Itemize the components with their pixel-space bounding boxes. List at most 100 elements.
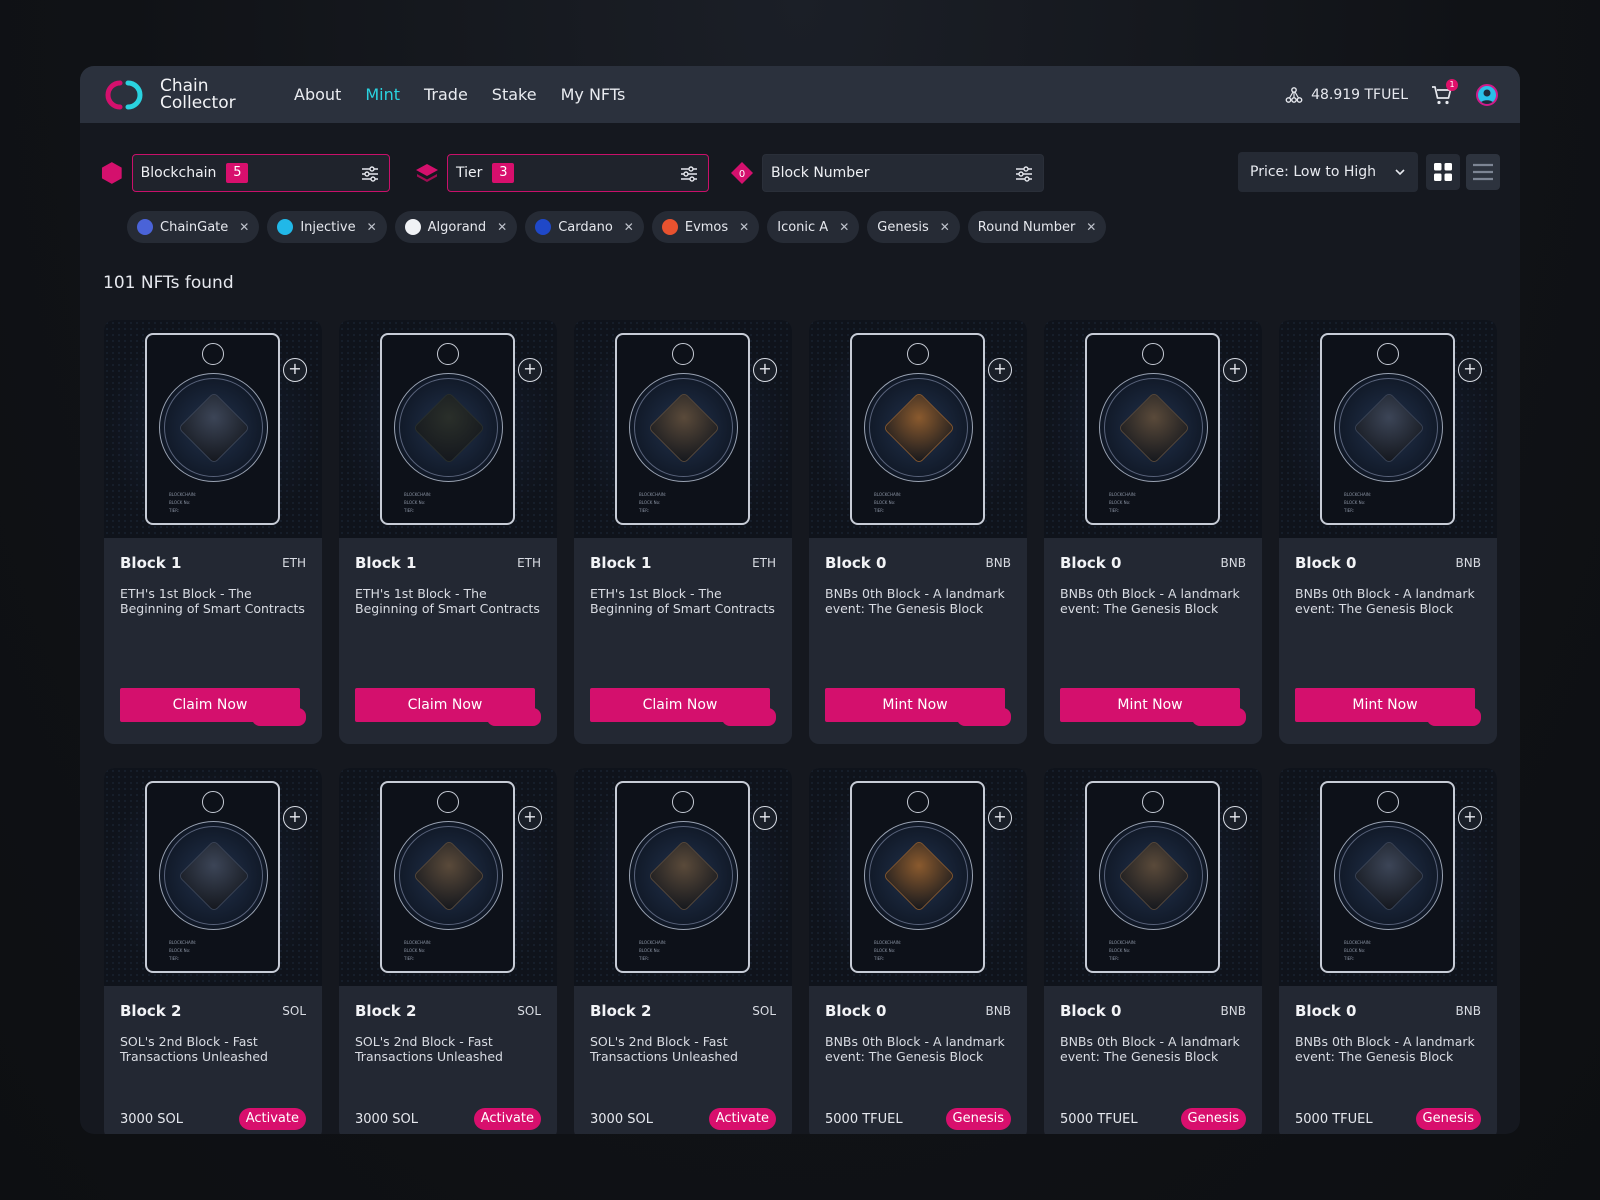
nft-card[interactable]: BLOCKCHAIN: BLOCK No: TIER: + Block 0 BN…	[1044, 320, 1262, 744]
chip-genesis[interactable]: Genesis ✕	[867, 211, 960, 243]
tier-layers-icon	[416, 164, 438, 182]
nav-stake[interactable]: Stake	[492, 85, 537, 104]
add-to-cart-plus-icon[interactable]: +	[1223, 358, 1247, 382]
add-to-cart-plus-icon[interactable]: +	[1458, 358, 1482, 382]
status-badge[interactable]: Genesis	[1415, 1108, 1481, 1130]
grid-view-button[interactable]	[1426, 154, 1460, 190]
nav-trade[interactable]: Trade	[424, 85, 468, 104]
card-chain: BNB	[1220, 556, 1246, 570]
close-icon[interactable]: ✕	[839, 220, 849, 234]
add-to-cart-plus-icon[interactable]: +	[1458, 806, 1482, 830]
add-to-cart-plus-icon[interactable]: +	[753, 806, 777, 830]
blockchain-filter[interactable]: Blockchain 5	[131, 154, 390, 192]
card-description: BNBs 0th Block - A landmark event: The G…	[1060, 1034, 1240, 1064]
price: 3000 SOL	[120, 1111, 183, 1127]
card-title: Block 0	[1060, 1002, 1122, 1020]
close-icon[interactable]: ✕	[940, 220, 950, 234]
card-chain: ETH	[752, 556, 776, 570]
claim-now-button[interactable]: Claim Now	[355, 688, 541, 726]
nft-card[interactable]: BLOCKCHAIN: BLOCK No: TIER: + Block 1 ET…	[339, 320, 557, 744]
nft-card[interactable]: BLOCKCHAIN: BLOCK No: TIER: + Block 0 BN…	[1279, 768, 1497, 1134]
orb	[629, 373, 738, 482]
mint-now-button[interactable]: Mint Now	[825, 688, 1011, 726]
card-description: BNBs 0th Block - A landmark event: The G…	[1060, 586, 1240, 616]
cube-logo-icon	[907, 343, 929, 365]
chip-round-number[interactable]: Round Number ✕	[967, 211, 1107, 243]
card-title: Block 1	[355, 554, 417, 572]
add-to-cart-plus-icon[interactable]: +	[1223, 806, 1247, 830]
add-to-cart-plus-icon[interactable]: +	[283, 806, 307, 830]
close-icon[interactable]: ✕	[1086, 220, 1096, 234]
add-to-cart-plus-icon[interactable]: +	[988, 358, 1012, 382]
nft-card[interactable]: BLOCKCHAIN: BLOCK No: TIER: + Block 0 BN…	[1044, 768, 1262, 1134]
claim-now-button[interactable]: Claim Now	[590, 688, 776, 726]
price-row: 5000 TFUEL Genesis	[1295, 1108, 1481, 1130]
nft-card[interactable]: BLOCKCHAIN: BLOCK No: TIER: + Block 1 ET…	[104, 320, 322, 744]
close-icon[interactable]: ✕	[624, 220, 634, 234]
sliders-icon	[362, 166, 378, 182]
card-chain: BNB	[1455, 1004, 1481, 1018]
add-to-cart-plus-icon[interactable]: +	[988, 806, 1012, 830]
close-icon[interactable]: ✕	[239, 220, 249, 234]
nft-card-frame: BLOCKCHAIN: BLOCK No: TIER:	[850, 781, 985, 973]
add-to-cart-plus-icon[interactable]: +	[283, 358, 307, 382]
claim-now-button[interactable]: Claim Now	[120, 688, 306, 726]
chip-evmos[interactable]: Evmos ✕	[651, 211, 760, 243]
nft-artwork: BLOCKCHAIN: BLOCK No: TIER: +	[809, 320, 1027, 538]
nft-card-frame: BLOCKCHAIN: BLOCK No: TIER:	[615, 781, 750, 973]
nft-card[interactable]: BLOCKCHAIN: BLOCK No: TIER: + Block 1 ET…	[574, 320, 792, 744]
cart-button[interactable]: 1	[1430, 78, 1458, 107]
cube-logo-icon	[672, 791, 694, 813]
status-badge[interactable]: Activate	[238, 1108, 306, 1130]
nav-links: About Mint Trade Stake My NFTs	[294, 85, 625, 104]
close-icon[interactable]: ✕	[739, 220, 749, 234]
card-chain: SOL	[282, 1004, 306, 1018]
avatar[interactable]	[1476, 83, 1498, 106]
add-to-cart-plus-icon[interactable]: +	[518, 806, 542, 830]
status-badge[interactable]: Genesis	[1180, 1108, 1246, 1130]
chip-cardano[interactable]: Cardano ✕	[525, 211, 644, 243]
orb	[1099, 821, 1208, 930]
status-badge[interactable]: Genesis	[945, 1108, 1011, 1130]
card-meta: BLOCKCHAIN: BLOCK No: TIER:	[404, 940, 432, 961]
card-title: Block 0	[1295, 1002, 1357, 1020]
close-icon[interactable]: ✕	[497, 220, 507, 234]
card-chain: SOL	[517, 1004, 541, 1018]
add-to-cart-plus-icon[interactable]: +	[753, 358, 777, 382]
grid-icon	[1434, 163, 1452, 181]
card-description: ETH's 1st Block - The Beginning of Smart…	[120, 586, 305, 616]
wallet-balance[interactable]: 48.919 TFUEL	[1285, 86, 1408, 104]
nft-card[interactable]: BLOCKCHAIN: BLOCK No: TIER: + Block 2 SO…	[339, 768, 557, 1134]
chip-injective[interactable]: Injective ✕	[267, 211, 387, 243]
nav-mint[interactable]: Mint	[365, 85, 400, 104]
sort-dropdown[interactable]: Price: Low to High	[1238, 152, 1418, 192]
status-badge[interactable]: Activate	[708, 1108, 776, 1130]
chip-algorand[interactable]: Algorand ✕	[394, 211, 518, 243]
tier-filter[interactable]: Tier 3	[447, 154, 709, 192]
nft-card[interactable]: BLOCKCHAIN: BLOCK No: TIER: + Block 0 BN…	[1279, 320, 1497, 744]
nft-card[interactable]: BLOCKCHAIN: BLOCK No: TIER: + Block 2 SO…	[104, 768, 322, 1134]
nft-card[interactable]: BLOCKCHAIN: BLOCK No: TIER: + Block 0 BN…	[809, 768, 1027, 1134]
nft-card[interactable]: BLOCKCHAIN: BLOCK No: TIER: + Block 0 BN…	[809, 320, 1027, 744]
mint-now-button[interactable]: Mint Now	[1295, 688, 1481, 726]
status-badge[interactable]: Activate	[473, 1108, 541, 1130]
card-body: Block 0 BNB BNBs 0th Block - A landmark …	[1044, 538, 1262, 726]
nft-artwork: BLOCKCHAIN: BLOCK No: TIER: +	[104, 320, 322, 538]
card-meta: BLOCKCHAIN: BLOCK No: TIER:	[639, 940, 667, 961]
list-view-button[interactable]	[1466, 154, 1500, 190]
card-chain: SOL	[752, 1004, 776, 1018]
chip-iconic-a[interactable]: Iconic A ✕	[767, 211, 860, 243]
card-chain: BNB	[1220, 1004, 1246, 1018]
block-number-filter-label: Block Number	[771, 165, 870, 181]
close-icon[interactable]: ✕	[367, 220, 377, 234]
card-body: Block 2 SOL SOL's 2nd Block - Fast Trans…	[574, 986, 792, 1130]
nav-my-nfts[interactable]: My NFTs	[561, 85, 626, 104]
nav-about[interactable]: About	[294, 85, 341, 104]
mint-now-button[interactable]: Mint Now	[1060, 688, 1246, 726]
add-to-cart-plus-icon[interactable]: +	[518, 358, 542, 382]
logo[interactable]: Chain Collector	[102, 77, 292, 112]
block-number-filter[interactable]: Block Number	[762, 154, 1044, 192]
price: 3000 SOL	[590, 1111, 653, 1127]
chip-chaingate[interactable]: ChainGate ✕	[127, 211, 260, 243]
nft-card[interactable]: BLOCKCHAIN: BLOCK No: TIER: + Block 2 SO…	[574, 768, 792, 1134]
